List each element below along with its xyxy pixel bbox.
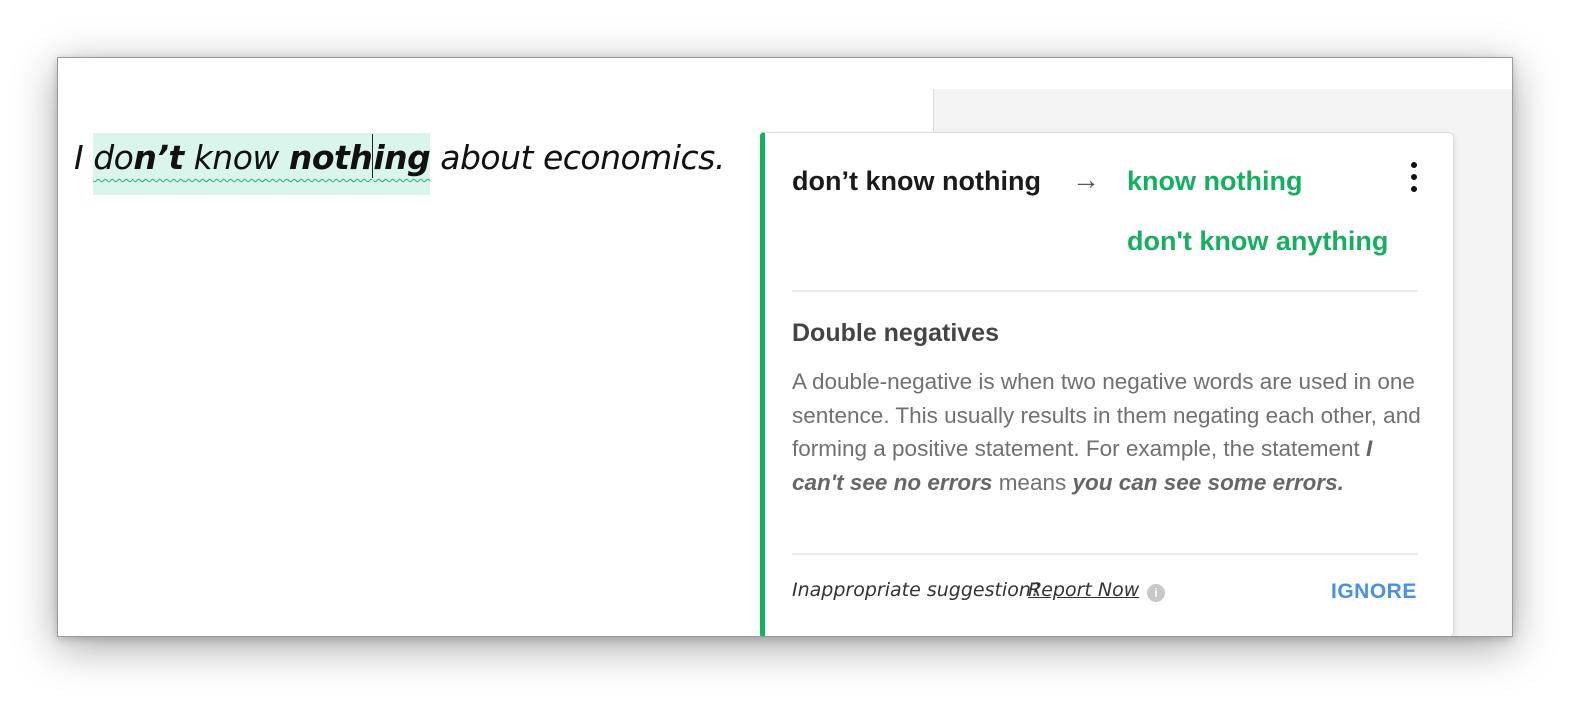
rule-text-1: A double-negative is when two negative w…	[792, 369, 1421, 461]
inappropriate-suggestion-label: Inappropriate suggestion?	[792, 579, 1041, 601]
text-after: about economics.	[430, 138, 725, 177]
suggestion-know-nothing[interactable]: know nothing	[1127, 166, 1302, 197]
flagged-part-5: ing	[373, 138, 431, 177]
rule-description: A double-negative is when two negative w…	[792, 365, 1422, 499]
flagged-phrase[interactable]: don’t know nothing	[93, 133, 431, 195]
arrow-right-icon: →	[1072, 164, 1100, 195]
flagged-part-2: n’t	[133, 138, 184, 177]
rule-text-2: means	[992, 469, 1073, 495]
divider-bottom	[792, 553, 1418, 555]
suggestion-dont-know-anything[interactable]: don't know anything	[1127, 226, 1388, 257]
rule-title: Double negatives	[792, 319, 999, 347]
flagged-part-3: know	[183, 138, 289, 177]
more-vertical-icon[interactable]	[1408, 162, 1418, 198]
suggestion-card: don’t know nothing → know nothing don't …	[760, 132, 1454, 636]
example-correct: you can see some errors.	[1072, 469, 1344, 495]
ignore-button[interactable]: IGNORE	[1331, 580, 1417, 604]
text-before: I	[74, 138, 94, 177]
info-icon[interactable]: i	[1147, 584, 1165, 602]
flagged-part-4: noth	[288, 138, 373, 177]
flagged-part-1: do	[93, 138, 134, 177]
divider-top	[792, 290, 1418, 292]
original-phrase: don’t know nothing	[792, 166, 1041, 196]
report-now-link[interactable]: Report Now	[1028, 579, 1139, 601]
editor-window: I don’t know nothing about economics. do…	[57, 57, 1513, 637]
editor-text[interactable]: I don’t know nothing about economics.	[74, 133, 725, 195]
